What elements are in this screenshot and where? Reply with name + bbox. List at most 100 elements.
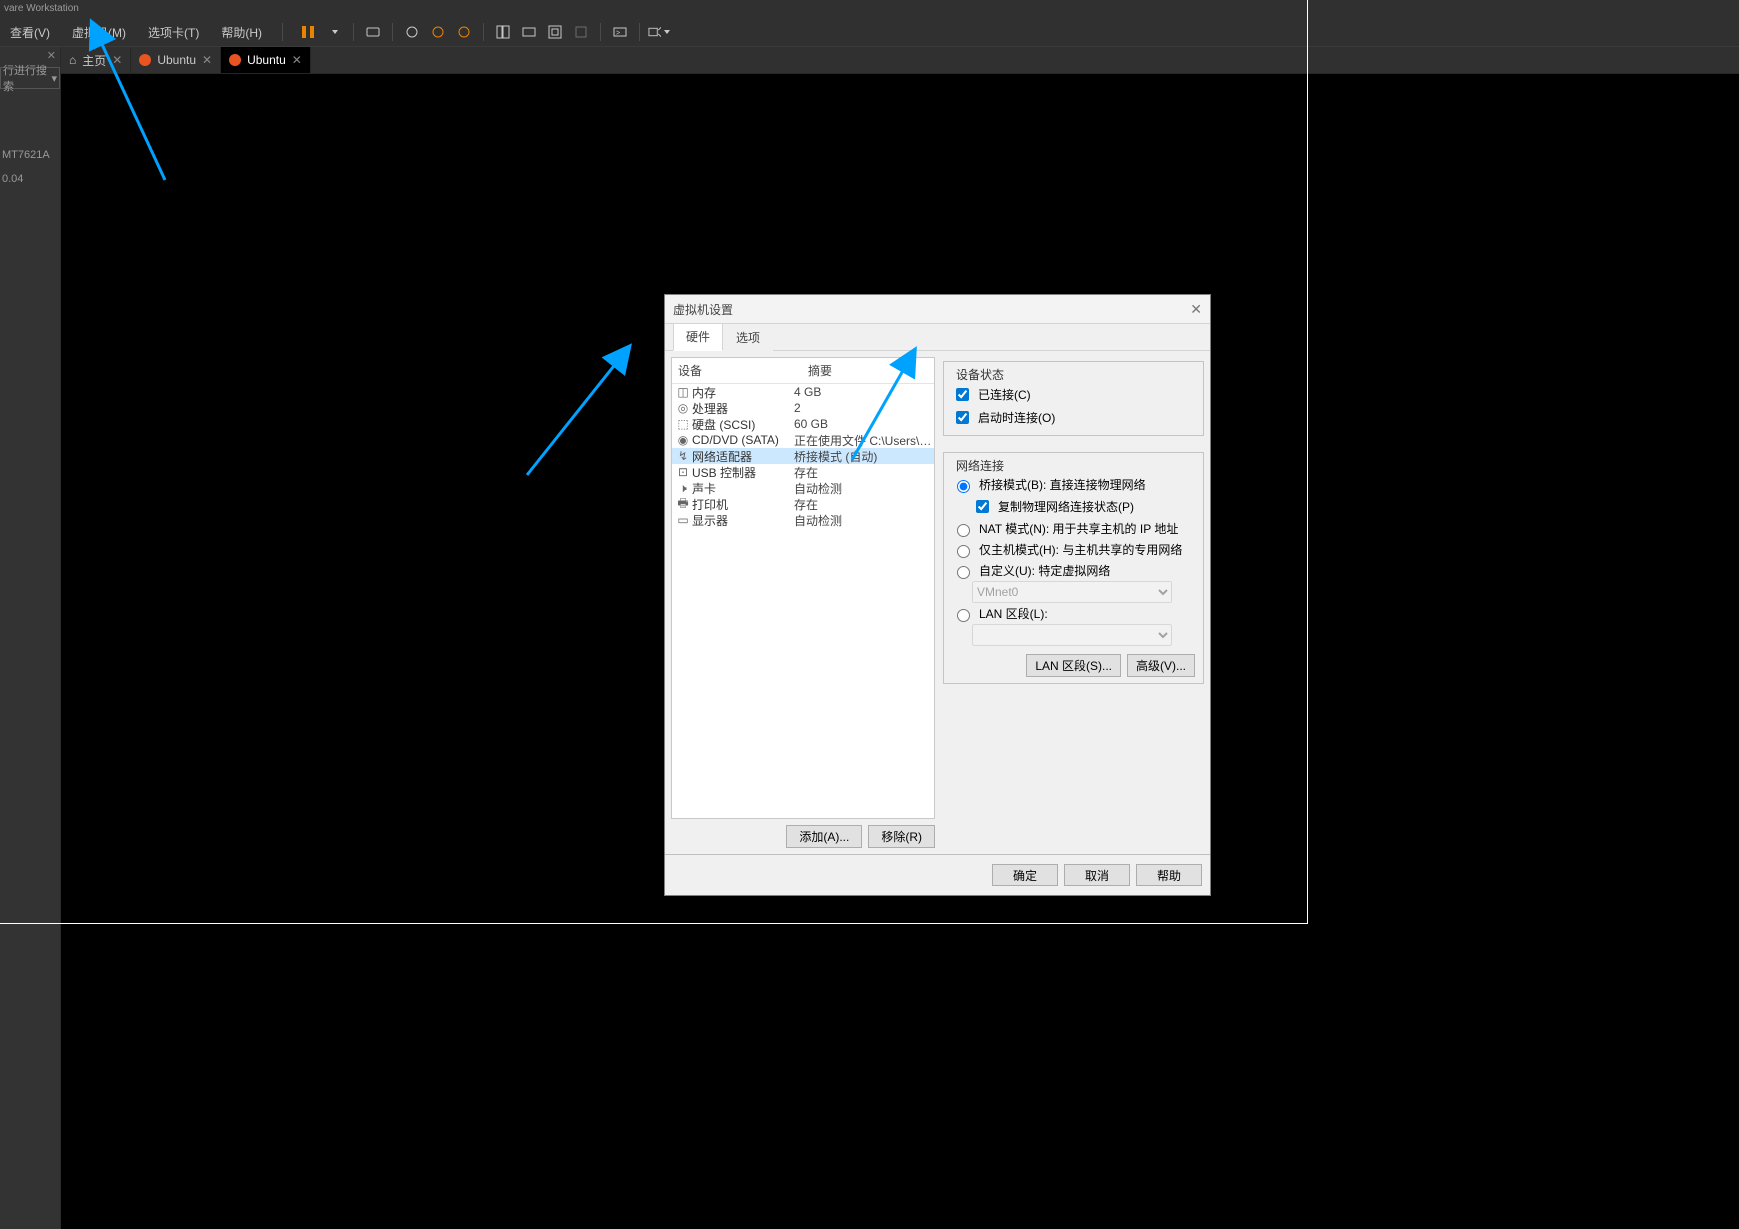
sidebar-close-icon[interactable]: ✕ (47, 49, 56, 62)
app-title-text: vare Workstation (4, 3, 79, 14)
quick-switch-icon[interactable]: >_ (609, 21, 631, 43)
tab-ubuntu2-active[interactable]: Ubuntu ✕ (221, 47, 311, 73)
sidebar-tree-item[interactable]: 0.04 (0, 167, 60, 191)
vm-settings-dialog: 虚拟机设置 ✕ 硬件 选项 设备 摘要 (664, 294, 1211, 896)
tab-bar: ⌂ 主页 ✕ Ubuntu ✕ Ubuntu ✕ (61, 47, 1739, 74)
snapshot-manager-icon[interactable] (427, 21, 449, 43)
tab-close-icon[interactable]: ✕ (202, 53, 212, 67)
hw-summary: 存在 (794, 464, 934, 481)
hw-icon: ↯ (676, 449, 690, 463)
radio-nat-label: NAT 模式(N): 用于共享主机的 IP 地址 (979, 520, 1178, 537)
radio-custom-label: 自定义(U): 特定虚拟网络 (979, 562, 1110, 579)
remove-hardware-button[interactable]: 移除(R) (868, 825, 935, 848)
hardware-row[interactable]: ⊡USB 控制器存在 (672, 464, 934, 480)
hw-icon: ⬚ (676, 417, 690, 431)
menu-vm[interactable]: 虚拟机(M) (66, 24, 132, 41)
dropdown-caret-icon: ▾ (51, 72, 57, 85)
vmnet-select[interactable]: VMnet0 (972, 581, 1172, 603)
device-state-title: 设备状态 (952, 366, 1008, 383)
dialog-close-icon[interactable]: ✕ (1190, 301, 1202, 318)
ok-button[interactable]: 确定 (992, 864, 1058, 886)
radio-lanseg[interactable] (957, 609, 970, 622)
send-ctrl-alt-del-icon[interactable] (362, 21, 384, 43)
hw-summary: 自动检测 (794, 480, 934, 497)
add-hardware-button[interactable]: 添加(A)... (786, 825, 862, 848)
hardware-row[interactable]: ◉CD/DVD (SATA)正在使用文件 C:\Users\79462\... (672, 432, 934, 448)
hardware-row[interactable]: 🖶打印机存在 (672, 496, 934, 512)
radio-hostonly[interactable] (957, 545, 970, 558)
lan-segments-button[interactable]: LAN 区段(S)... (1026, 654, 1121, 677)
chk-replicate-label: 复制物理网络连接状态(P) (998, 498, 1134, 515)
hw-name: 硬盘 (SCSI) (690, 416, 794, 433)
power-dropdown[interactable] (323, 21, 345, 43)
ubuntu-icon (139, 54, 151, 66)
hw-summary: 正在使用文件 C:\Users\79462\... (794, 432, 934, 449)
hw-header-device: 设备 (672, 358, 802, 383)
hw-summary: 自动检测 (794, 512, 934, 529)
menu-help[interactable]: 帮助(H) (215, 24, 268, 41)
dialog-title-bar[interactable]: 虚拟机设置 ✕ (665, 295, 1210, 324)
radio-bridge[interactable] (957, 480, 970, 493)
hardware-row[interactable]: ◎处理器2 (672, 400, 934, 416)
dialog-tab-hardware[interactable]: 硬件 (673, 322, 723, 351)
view-unity-icon[interactable] (570, 21, 592, 43)
tab-label: Ubuntu (157, 53, 196, 67)
chk-replicate[interactable] (976, 500, 989, 513)
dialog-tab-options[interactable]: 选项 (723, 323, 773, 351)
hardware-row[interactable]: ↯网络适配器桥接模式 (自动) (672, 448, 934, 464)
snapshot-icon[interactable] (401, 21, 423, 43)
library-sidebar: ✕ 行进行搜索 ▾ MT7621A 0.04 (0, 47, 61, 1229)
hardware-row[interactable]: 🕨声卡自动检测 (672, 480, 934, 496)
tab-close-icon[interactable]: ✕ (112, 53, 122, 67)
radio-nat[interactable] (957, 524, 970, 537)
revert-icon[interactable] (453, 21, 475, 43)
sidebar-search-input[interactable]: 行进行搜索 ▾ (0, 67, 60, 89)
pause-button[interactable] (297, 21, 319, 43)
lanseg-select[interactable] (972, 624, 1172, 646)
hw-icon: ▭ (676, 513, 690, 527)
radio-custom[interactable] (957, 566, 970, 579)
separator (483, 23, 484, 41)
hw-icon: ◉ (676, 433, 690, 447)
separator (639, 23, 640, 41)
menu-tabs[interactable]: 选项卡(T) (142, 24, 205, 41)
hw-summary: 2 (794, 401, 934, 415)
view-single-icon[interactable] (492, 21, 514, 43)
hw-icon: ◎ (676, 401, 690, 415)
separator (600, 23, 601, 41)
hw-summary: 4 GB (794, 385, 934, 399)
separator (282, 23, 283, 41)
view-console-icon[interactable] (518, 21, 540, 43)
hw-name: USB 控制器 (690, 464, 794, 481)
svg-text:>_: >_ (616, 30, 624, 37)
chk-connected[interactable] (956, 388, 969, 401)
menu-view[interactable]: 查看(V) (4, 24, 56, 41)
hw-header-summary: 摘要 (802, 358, 934, 383)
network-title: 网络连接 (952, 457, 1008, 474)
hardware-row[interactable]: ◫内存4 GB (672, 384, 934, 400)
app-title-bar: vare Workstation (0, 0, 1739, 18)
hw-name: 打印机 (690, 496, 794, 513)
dialog-title-text: 虚拟机设置 (673, 301, 733, 318)
chk-connect-at-start[interactable] (956, 411, 969, 424)
tab-close-icon[interactable]: ✕ (292, 53, 302, 67)
cancel-button[interactable]: 取消 (1064, 864, 1130, 886)
hw-name: 内存 (690, 384, 794, 401)
radio-hostonly-label: 仅主机模式(H): 与主机共享的专用网络 (979, 541, 1182, 558)
home-icon: ⌂ (69, 53, 76, 67)
chk-connected-label: 已连接(C) (978, 386, 1031, 403)
advanced-button[interactable]: 高级(V)... (1127, 654, 1195, 677)
stretch-dropdown[interactable] (648, 21, 670, 43)
tab-home[interactable]: ⌂ 主页 ✕ (61, 47, 131, 73)
separator (392, 23, 393, 41)
tab-ubuntu1[interactable]: Ubuntu ✕ (131, 47, 221, 73)
vm-display-area: 虚拟机设置 ✕ 硬件 选项 设备 摘要 (61, 74, 1739, 1229)
search-placeholder: 行进行搜索 (3, 62, 51, 94)
hardware-row[interactable]: ⬚硬盘 (SCSI)60 GB (672, 416, 934, 432)
view-fullscreen-icon[interactable] (544, 21, 566, 43)
hw-icon: ◫ (676, 385, 690, 399)
help-button[interactable]: 帮助 (1136, 864, 1202, 886)
hardware-row[interactable]: ▭显示器自动检测 (672, 512, 934, 528)
sidebar-tree-item[interactable]: MT7621A (0, 143, 60, 167)
hw-name: 声卡 (690, 480, 794, 497)
